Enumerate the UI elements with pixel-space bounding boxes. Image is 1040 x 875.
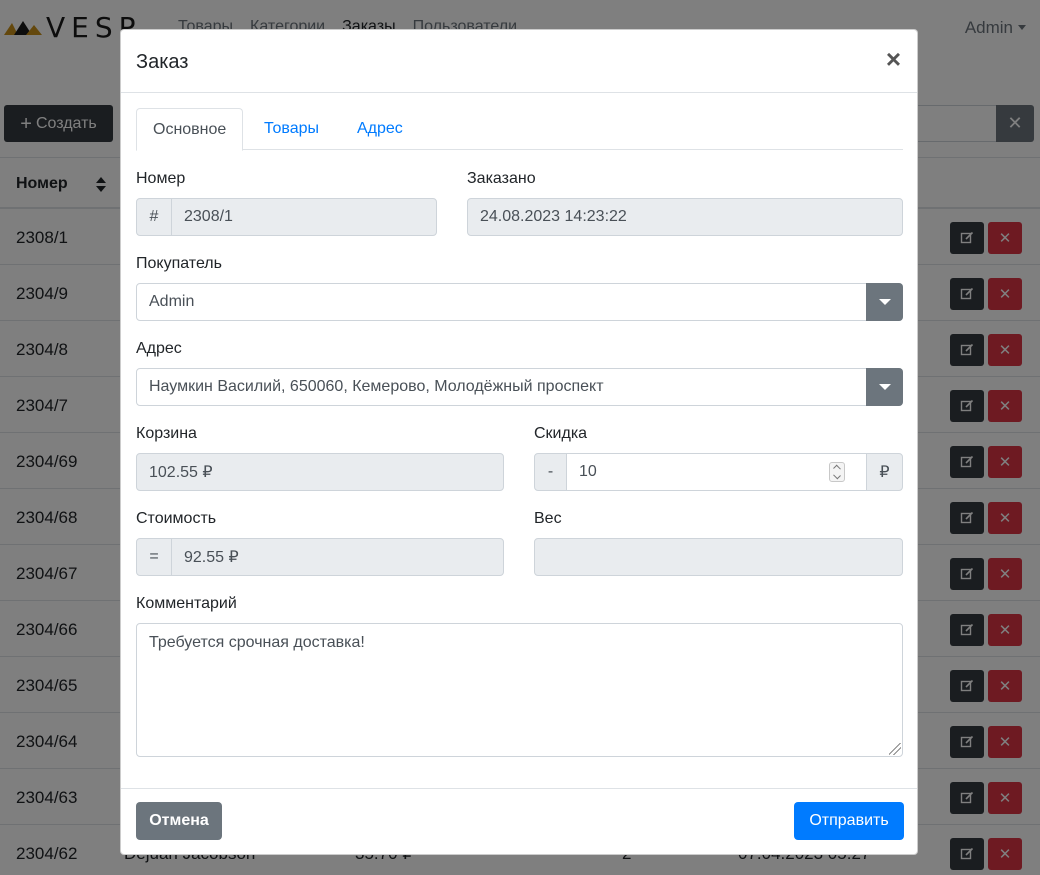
address-dropdown-button[interactable] <box>866 368 903 406</box>
weight-field[interactable] <box>534 538 903 576</box>
tab-products[interactable]: Товары <box>248 108 335 150</box>
cost-label: Стоимость <box>136 510 217 527</box>
ordered-label: Заказано <box>467 170 536 187</box>
number-label: Номер <box>136 170 186 187</box>
discount-label: Скидка <box>534 425 588 442</box>
modal-title: Заказ <box>136 51 189 73</box>
comment-label: Комментарий <box>136 595 237 612</box>
tab-address[interactable]: Адрес <box>341 108 419 150</box>
cost-prefix: = <box>136 538 172 576</box>
cost-field[interactable]: 92.55 ₽ <box>171 538 504 576</box>
modal-footer: Отмена Отправить <box>121 788 917 854</box>
modal-tabs: Основное Товары Адрес <box>136 108 903 151</box>
customer-select[interactable]: Admin <box>136 283 903 321</box>
cart-field[interactable]: 102.55 ₽ <box>136 453 504 491</box>
number-spinner[interactable] <box>829 462 845 482</box>
customer-label: Покупатель <box>136 255 222 272</box>
caret-down-icon <box>878 384 891 390</box>
tab-main[interactable]: Основное <box>136 108 244 151</box>
discount-value: 10 <box>579 463 597 480</box>
discount-suffix: ₽ <box>866 453 903 491</box>
address-label: Адрес <box>136 340 182 357</box>
weight-label: Вес <box>534 510 562 527</box>
resize-handle-icon[interactable] <box>889 743 901 755</box>
number-field[interactable]: 2308/1 <box>171 198 437 236</box>
ordered-field[interactable]: 24.08.2023 14:23:22 <box>467 198 903 236</box>
discount-prefix: - <box>534 453 567 491</box>
customer-dropdown-button[interactable] <box>866 283 903 321</box>
comment-value: Требуется срочная доставка! <box>149 634 365 651</box>
chevron-down-icon[interactable] <box>833 471 841 480</box>
customer-value: Admin <box>149 293 195 310</box>
modal-header: Заказ × <box>121 30 917 93</box>
order-modal: Заказ × Основное Товары Адрес Номер # 23… <box>120 29 918 855</box>
cart-label: Корзина <box>136 425 197 442</box>
comment-textarea[interactable]: Требуется срочная доставка! <box>136 623 903 757</box>
close-icon[interactable]: × <box>886 44 901 74</box>
discount-input[interactable]: 10 <box>566 453 867 491</box>
caret-down-icon <box>878 299 891 305</box>
address-value: Наумкин Василий, 650060, Кемерово, Молод… <box>149 378 604 395</box>
submit-button[interactable]: Отправить <box>794 802 904 840</box>
address-select[interactable]: Наумкин Василий, 650060, Кемерово, Молод… <box>136 368 903 406</box>
cancel-button[interactable]: Отмена <box>136 802 222 840</box>
number-prefix: # <box>136 198 172 236</box>
